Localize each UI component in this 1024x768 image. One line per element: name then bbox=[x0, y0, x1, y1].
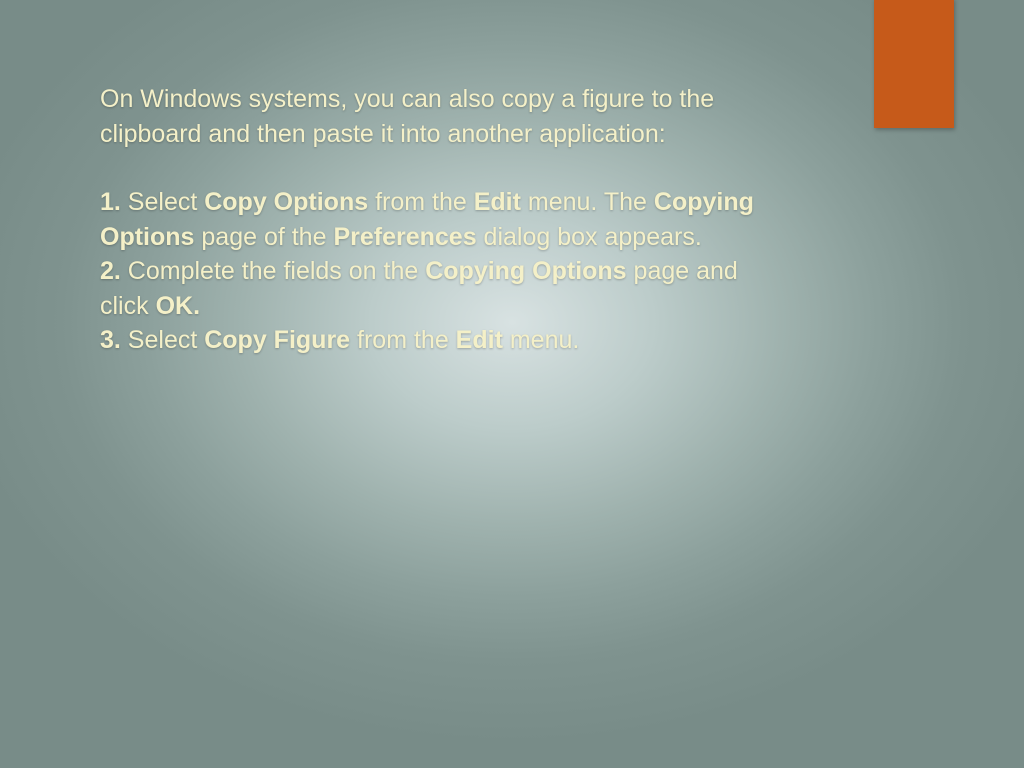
step-text: Complete the fields on the bbox=[121, 257, 425, 285]
step-text: Preferences bbox=[333, 223, 476, 251]
step-text: Copying Options bbox=[425, 257, 626, 285]
step-item: 2. Complete the fields on the Copying Op… bbox=[100, 254, 760, 323]
slide-content: On Windows systems, you can also copy a … bbox=[100, 82, 760, 358]
intro-paragraph: On Windows systems, you can also copy a … bbox=[100, 82, 760, 151]
step-text: Edit bbox=[456, 326, 503, 354]
step-text: Select bbox=[121, 326, 204, 354]
step-text: Copy Options bbox=[204, 188, 368, 216]
step-text: from the bbox=[368, 188, 474, 216]
step-text: Select bbox=[121, 188, 204, 216]
steps-list: 1. Select Copy Options from the Edit men… bbox=[100, 185, 760, 358]
step-text: dialog box appears. bbox=[477, 223, 702, 251]
step-text: Edit bbox=[474, 188, 521, 216]
step-text: page of the bbox=[194, 223, 333, 251]
step-number: 2. bbox=[100, 257, 121, 285]
step-text: menu. bbox=[503, 326, 579, 354]
step-number: 1. bbox=[100, 188, 121, 216]
step-text: from the bbox=[350, 326, 456, 354]
step-item: 3. Select Copy Figure from the Edit menu… bbox=[100, 323, 760, 358]
step-text: Copy Figure bbox=[204, 326, 350, 354]
step-item: 1. Select Copy Options from the Edit men… bbox=[100, 185, 760, 254]
step-text: menu. The bbox=[521, 188, 654, 216]
accent-tab bbox=[874, 0, 954, 128]
step-number: 3. bbox=[100, 326, 121, 354]
step-text: OK. bbox=[156, 292, 200, 320]
